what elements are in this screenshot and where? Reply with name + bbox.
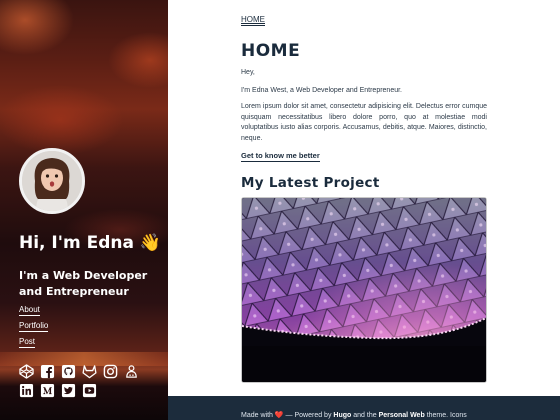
sidebar-link-about[interactable]: About [19, 305, 40, 316]
social-row [19, 383, 149, 398]
page-title: HOME [241, 41, 301, 61]
sidebar-tagline: I'm a Web Developer and Entrepreneur [19, 269, 148, 298]
geodesic-dome-photo [242, 198, 486, 382]
footer-theme-icons: theme. Icons [426, 412, 467, 419]
footer: Made with ❤️ — Powered by Hugo and the P… [168, 396, 560, 420]
codepen-icon[interactable] [19, 364, 34, 379]
hugo-link[interactable]: Hugo [333, 412, 351, 419]
facebook-icon[interactable] [40, 364, 55, 379]
gitlab-icon[interactable] [82, 364, 97, 379]
social-row [19, 364, 149, 379]
medium-icon[interactable] [40, 383, 55, 398]
sidebar-greeting: Hi, I'm Edna 👋 [19, 233, 162, 253]
avatar-photo [22, 151, 82, 211]
sidebar-nav: About Portfolio Post [19, 305, 49, 353]
heart-icon: ❤️ [274, 412, 284, 419]
keybase-icon[interactable] [124, 364, 139, 379]
greeting-text: Hey, [241, 69, 255, 76]
section-title: My Latest Project [241, 175, 380, 191]
about-link[interactable]: Get to know me better [241, 151, 320, 162]
social-links [19, 364, 149, 402]
footer-powered-by: — Powered by [285, 412, 332, 419]
youtube-icon[interactable] [82, 383, 97, 398]
theme-link[interactable]: Personal Web [379, 412, 425, 419]
main-content: HOME HOME Hey, I'm Edna West, a Web Deve… [168, 0, 560, 420]
avatar [19, 148, 85, 214]
footer-credits: Made with ❤️ — Powered by Hugo and the P… [241, 411, 467, 419]
footer-made-with: Made with [241, 412, 273, 419]
sidebar-link-portfolio[interactable]: Portfolio [19, 321, 49, 332]
sidebar: Hi, I'm Edna 👋 I'm a Web Developer and E… [0, 0, 168, 420]
breadcrumb[interactable]: HOME [241, 15, 265, 26]
instagram-icon[interactable] [103, 364, 118, 379]
project-image[interactable] [241, 197, 487, 383]
body-text: Lorem ipsum dolor sit amet, consectetur … [241, 103, 487, 142]
footer-and-the: and the [353, 412, 377, 419]
github-icon[interactable] [61, 364, 76, 379]
sidebar-link-post[interactable]: Post [19, 337, 36, 348]
twitter-icon[interactable] [61, 383, 76, 398]
linkedin-icon[interactable] [19, 383, 34, 398]
intro-text: I'm Edna West, a Web Developer and Entre… [241, 87, 402, 94]
